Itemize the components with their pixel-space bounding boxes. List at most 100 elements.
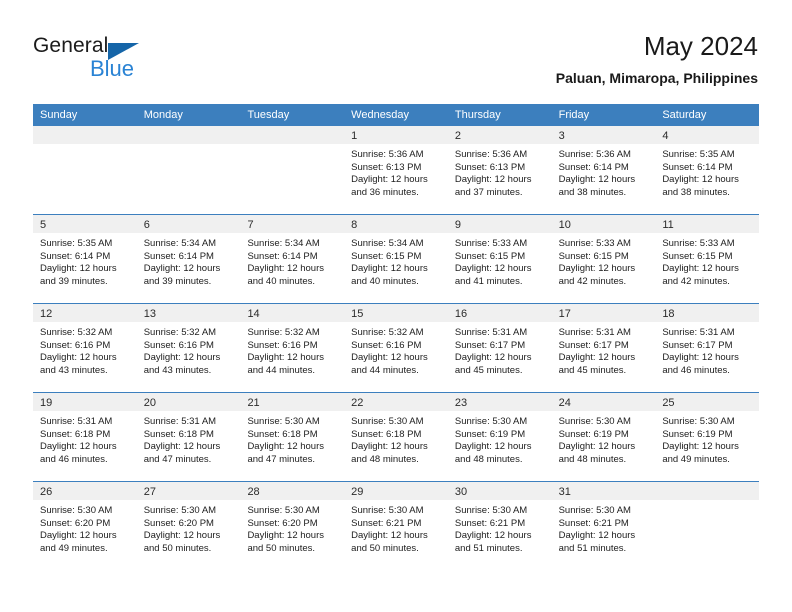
sunset-text: Sunset: 6:18 PM xyxy=(351,428,422,440)
general-blue-logo[interactable]: General Blue xyxy=(33,34,213,84)
sunrise-text: Sunrise: 5:36 AM xyxy=(558,149,631,160)
calendar-day-cell[interactable]: 29 Sunrise: 5:30 AM Sunset: 6:21 PM Dayligh… xyxy=(344,482,448,570)
day-number: 27 xyxy=(143,486,156,498)
daylight-text-line1: Daylight: 12 hours xyxy=(143,441,221,453)
daylight-text-line2: and 39 minutes. xyxy=(143,275,212,287)
day-number-band: 26 xyxy=(33,482,137,500)
daylight-text-line2: and 38 minutes. xyxy=(558,186,627,198)
day-number-band: 31 xyxy=(551,482,656,500)
day-number-band: 24 xyxy=(551,393,656,411)
calendar-day-cell[interactable]: 25 Sunrise: 5:30 AM Sunset: 6:19 PM Dayligh… xyxy=(655,393,760,481)
day-number-band: 23 xyxy=(447,393,552,411)
calendar-day-cell[interactable]: 15 Sunrise: 5:32 AM Sunset: 6:16 PM Dayligh… xyxy=(344,304,448,392)
daylight-text-line1: Daylight: 12 hours xyxy=(143,352,221,364)
day-sun-info: Sunrise: 5:30 AM Sunset: 6:19 PM Daylight:… xyxy=(655,411,759,466)
calendar-day-cell-empty xyxy=(136,126,241,214)
calendar-day-cell[interactable]: 1 Sunrise: 5:36 AM Sunset: 6:13 PM Daylight… xyxy=(344,126,448,214)
day-sun-info: Sunrise: 5:30 AM Sunset: 6:19 PM Daylight:… xyxy=(448,411,552,466)
day-number: 21 xyxy=(247,397,260,409)
day-number: 5 xyxy=(40,219,47,231)
calendar-day-cell[interactable]: 18 Sunrise: 5:31 AM Sunset: 6:17 PM Dayligh… xyxy=(655,304,760,392)
calendar-day-cell[interactable]: 4 Sunrise: 5:35 AM Sunset: 6:14 PM Daylight… xyxy=(655,126,760,214)
day-sun-info: Sunrise: 5:31 AM Sunset: 6:17 PM Daylight:… xyxy=(552,322,656,377)
calendar-week-row: 5 Sunrise: 5:35 AM Sunset: 6:14 PM Daylight… xyxy=(33,214,760,303)
calendar-day-cell[interactable]: 17 Sunrise: 5:31 AM Sunset: 6:17 PM Dayligh… xyxy=(551,304,656,392)
sunrise-text: Sunrise: 5:31 AM xyxy=(558,327,631,338)
calendar-day-cell[interactable]: 26 Sunrise: 5:30 AM Sunset: 6:20 PM Dayligh… xyxy=(33,482,137,570)
day-number: 6 xyxy=(143,219,150,231)
calendar-day-cell[interactable]: 6 Sunrise: 5:34 AM Sunset: 6:14 PM Daylight… xyxy=(136,215,241,303)
daylight-text-line1: Daylight: 12 hours xyxy=(558,441,636,453)
sunrise-text: Sunrise: 5:34 AM xyxy=(247,238,320,249)
calendar-day-cell[interactable]: 11 Sunrise: 5:33 AM Sunset: 6:15 PM Dayligh… xyxy=(655,215,760,303)
daylight-text-line1: Daylight: 12 hours xyxy=(351,530,428,542)
sunrise-text: Sunrise: 5:30 AM xyxy=(351,416,424,427)
sunrise-text: Sunrise: 5:34 AM xyxy=(143,238,217,249)
daylight-text-line2: and 47 minutes. xyxy=(143,453,212,465)
daylight-text-line1: Daylight: 12 hours xyxy=(351,441,428,453)
calendar-day-cell[interactable]: 23 Sunrise: 5:30 AM Sunset: 6:19 PM Dayligh… xyxy=(447,393,552,481)
calendar-day-cell[interactable]: 16 Sunrise: 5:31 AM Sunset: 6:17 PM Dayligh… xyxy=(447,304,552,392)
sunset-text: Sunset: 6:14 PM xyxy=(143,250,214,262)
day-number-band: 13 xyxy=(136,304,241,322)
day-number-band xyxy=(240,126,345,144)
daylight-text-line2: and 40 minutes. xyxy=(247,275,316,287)
calendar-day-cell[interactable]: 28 Sunrise: 5:30 AM Sunset: 6:20 PM Dayligh… xyxy=(240,482,345,570)
calendar-day-cell[interactable]: 8 Sunrise: 5:34 AM Sunset: 6:15 PM Daylight… xyxy=(344,215,448,303)
day-number: 1 xyxy=(351,130,358,142)
calendar-day-cell[interactable]: 27 Sunrise: 5:30 AM Sunset: 6:20 PM Dayligh… xyxy=(136,482,241,570)
sunrise-text: Sunrise: 5:35 AM xyxy=(40,238,113,249)
calendar-day-cell[interactable]: 19 Sunrise: 5:31 AM Sunset: 6:18 PM Dayligh… xyxy=(33,393,137,481)
day-number-band: 6 xyxy=(136,215,241,233)
calendar-day-cell[interactable]: 12 Sunrise: 5:32 AM Sunset: 6:16 PM Dayligh… xyxy=(33,304,137,392)
day-sun-info: Sunrise: 5:31 AM Sunset: 6:18 PM Daylight:… xyxy=(137,411,241,466)
calendar-day-cell[interactable]: 7 Sunrise: 5:34 AM Sunset: 6:14 PM Daylight… xyxy=(240,215,345,303)
sunset-text: Sunset: 6:18 PM xyxy=(247,428,318,440)
day-number-band: 4 xyxy=(655,126,760,144)
sunrise-text: Sunrise: 5:32 AM xyxy=(247,327,320,338)
daylight-text-line2: and 40 minutes. xyxy=(351,275,419,287)
day-number-band: 12 xyxy=(33,304,137,322)
sunset-text: Sunset: 6:20 PM xyxy=(143,517,214,529)
day-number: 3 xyxy=(558,130,565,142)
day-number-band xyxy=(33,126,137,144)
calendar-day-cell[interactable]: 3 Sunrise: 5:36 AM Sunset: 6:14 PM Daylight… xyxy=(551,126,656,214)
day-number-band: 30 xyxy=(447,482,552,500)
day-sun-info: Sunrise: 5:32 AM Sunset: 6:16 PM Daylight:… xyxy=(33,322,137,377)
day-number: 26 xyxy=(40,486,53,498)
logo-text-general: General xyxy=(33,34,109,57)
calendar-day-cell[interactable]: 9 Sunrise: 5:33 AM Sunset: 6:15 PM Daylight… xyxy=(447,215,552,303)
calendar-day-cell[interactable]: 24 Sunrise: 5:30 AM Sunset: 6:19 PM Dayligh… xyxy=(551,393,656,481)
day-sun-info: Sunrise: 5:36 AM Sunset: 6:13 PM Daylight:… xyxy=(344,144,448,199)
sunrise-text: Sunrise: 5:30 AM xyxy=(454,505,528,516)
calendar-day-cell[interactable]: 21 Sunrise: 5:30 AM Sunset: 6:18 PM Dayligh… xyxy=(240,393,345,481)
day-number: 20 xyxy=(143,397,156,409)
day-sun-info: Sunrise: 5:32 AM Sunset: 6:16 PM Daylight:… xyxy=(240,322,344,377)
calendar-day-cell[interactable]: 31 Sunrise: 5:30 AM Sunset: 6:21 PM Dayligh… xyxy=(551,482,656,570)
calendar-day-cell[interactable]: 30 Sunrise: 5:30 AM Sunset: 6:21 PM Dayligh… xyxy=(447,482,552,570)
day-sun-info: Sunrise: 5:32 AM Sunset: 6:16 PM Daylight:… xyxy=(137,322,241,377)
calendar-day-cell[interactable]: 10 Sunrise: 5:33 AM Sunset: 6:15 PM Dayligh… xyxy=(551,215,656,303)
day-sun-info: Sunrise: 5:31 AM Sunset: 6:18 PM Daylight:… xyxy=(33,411,137,466)
calendar-day-cell[interactable]: 5 Sunrise: 5:35 AM Sunset: 6:14 PM Daylight… xyxy=(33,215,137,303)
calendar-day-cell[interactable]: 2 Sunrise: 5:36 AM Sunset: 6:13 PM Daylight… xyxy=(447,126,552,214)
title-block: May 2024 Paluan, Mimaropa, Philippines xyxy=(556,30,758,87)
calendar-day-cell-empty xyxy=(240,126,345,214)
calendar-day-cell[interactable]: 22 Sunrise: 5:30 AM Sunset: 6:18 PM Dayligh… xyxy=(344,393,448,481)
daylight-text-line1: Daylight: 12 hours xyxy=(662,263,739,275)
calendar-day-cell[interactable]: 13 Sunrise: 5:32 AM Sunset: 6:16 PM Dayligh… xyxy=(136,304,241,392)
day-number: 29 xyxy=(351,486,364,498)
daylight-text-line2: and 48 minutes. xyxy=(558,453,627,465)
day-number-band: 29 xyxy=(344,482,448,500)
day-number-band: 15 xyxy=(344,304,448,322)
sunset-text: Sunset: 6:19 PM xyxy=(662,428,733,440)
sunset-text: Sunset: 6:19 PM xyxy=(454,428,526,440)
calendar-day-cell[interactable]: 20 Sunrise: 5:31 AM Sunset: 6:18 PM Dayligh… xyxy=(136,393,241,481)
calendar-day-cell[interactable]: 14 Sunrise: 5:32 AM Sunset: 6:16 PM Dayligh… xyxy=(240,304,345,392)
day-sun-info: Sunrise: 5:33 AM Sunset: 6:15 PM Daylight:… xyxy=(655,233,759,288)
day-sun-info: Sunrise: 5:34 AM Sunset: 6:14 PM Daylight:… xyxy=(240,233,344,288)
daylight-text-line2: and 46 minutes. xyxy=(40,453,108,465)
daylight-text-line1: Daylight: 12 hours xyxy=(558,263,636,275)
sunrise-text: Sunrise: 5:32 AM xyxy=(351,327,424,338)
sunset-text: Sunset: 6:15 PM xyxy=(351,250,422,262)
